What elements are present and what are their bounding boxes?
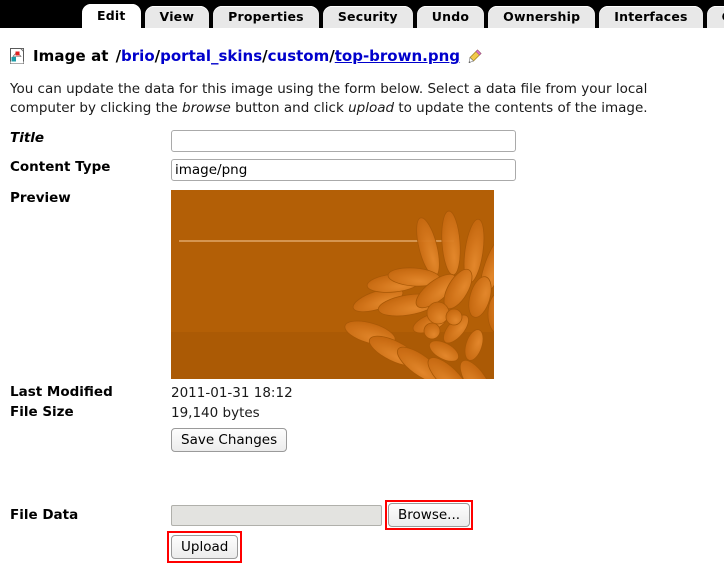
file-data-input[interactable] — [171, 504, 382, 526]
upload-button-wrapper: Upload — [167, 531, 243, 563]
last-modified-row: Last Modified 2011-01-31 18:12 — [0, 384, 724, 403]
file-size-label: File Size — [10, 404, 74, 420]
browse-button[interactable]: Browse... — [388, 503, 471, 527]
file-data-row: File Data Browse... — [0, 500, 724, 530]
tab-security-label: Security — [337, 9, 398, 24]
preview-row: Preview — [0, 190, 724, 379]
preview-image — [171, 190, 494, 379]
tab-security[interactable]: Security — [322, 6, 413, 28]
title-row: Title — [0, 130, 724, 152]
flower-graphic — [344, 210, 494, 379]
last-modified-label: Last Modified — [10, 384, 113, 400]
tab-properties[interactable]: Properties — [213, 6, 319, 28]
description-text: You can update the data for this image u… — [10, 80, 714, 118]
file-data-label: File Data — [10, 507, 79, 523]
content-type-input[interactable] — [171, 159, 516, 181]
upload-button[interactable]: Upload — [171, 535, 239, 559]
file-size-value: 19,140 bytes — [171, 405, 260, 421]
breadcrumb-link-brio[interactable]: brio — [121, 47, 155, 65]
save-changes-button[interactable]: Save Changes — [171, 428, 288, 452]
preview-label: Preview — [10, 190, 71, 206]
tab-list: Edit View Properties Security Undo Owner… — [82, 0, 724, 28]
page-title: Image at /brio/portal_skins/custom/top-b… — [10, 45, 724, 67]
tab-bar: Edit View Properties Security Undo Owner… — [0, 0, 724, 28]
upload-row: Upload — [0, 531, 724, 563]
breadcrumb-link-custom[interactable]: custom — [268, 47, 330, 65]
last-modified-value: 2011-01-31 18:12 — [171, 385, 293, 401]
breadcrumb-link-filename[interactable]: top-brown.png — [335, 47, 460, 65]
breadcrumb-link-portal-skins[interactable]: portal_skins — [160, 47, 262, 65]
page-title-prefix: Image at — [33, 47, 109, 65]
description-part-2: button and click — [230, 100, 349, 116]
image-document-icon — [10, 47, 24, 64]
tab-undo[interactable]: Undo — [416, 6, 485, 28]
tab-interfaces-label: Interfaces — [614, 9, 688, 24]
tab-edit-label: Edit — [97, 8, 126, 23]
breadcrumb: /brio/portal_skins/custom/top-brown.png — [115, 47, 461, 65]
description-part-3: to update the contents of the image. — [394, 100, 648, 116]
description-emphasis-browse: browse — [182, 100, 231, 116]
tab-cache[interactable]: Cache — [706, 6, 724, 28]
description-emphasis-upload: upload — [348, 100, 395, 116]
pencil-icon[interactable] — [468, 49, 482, 63]
tab-properties-label: Properties — [228, 9, 304, 24]
browse-button-wrapper: Browse... — [385, 500, 474, 530]
title-label: Title — [10, 130, 45, 146]
content-type-row: Content Type — [0, 159, 724, 181]
title-input[interactable] — [171, 130, 516, 152]
tab-view[interactable]: View — [144, 6, 210, 28]
tab-interfaces[interactable]: Interfaces — [599, 6, 703, 28]
edit-form: Title Content Type Preview — [0, 130, 724, 563]
tab-ownership-label: Ownership — [503, 9, 581, 24]
tab-ownership[interactable]: Ownership — [488, 6, 596, 28]
content-type-label: Content Type — [10, 159, 111, 175]
file-size-row: File Size 19,140 bytes — [0, 404, 724, 423]
tab-edit[interactable]: Edit — [82, 4, 141, 28]
tab-view-label: View — [159, 9, 195, 24]
save-row: Save Changes — [0, 428, 724, 452]
tab-undo-label: Undo — [431, 9, 470, 24]
